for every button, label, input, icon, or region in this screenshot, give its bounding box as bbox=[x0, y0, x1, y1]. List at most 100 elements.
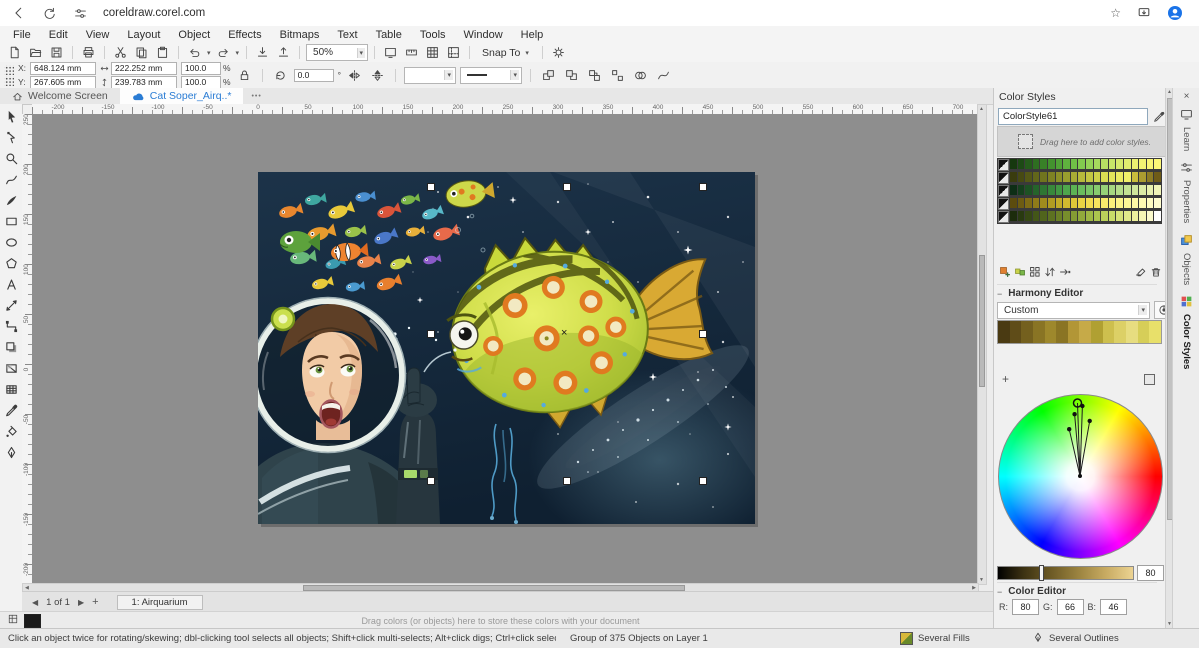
menu-layout[interactable]: Layout bbox=[118, 28, 169, 42]
color-swatch[interactable] bbox=[1101, 172, 1108, 182]
drop-area[interactable]: Drag here to add color styles. bbox=[997, 126, 1192, 157]
cut-button[interactable] bbox=[111, 44, 130, 61]
selection-handle-tr[interactable] bbox=[699, 183, 707, 191]
color-swatch[interactable] bbox=[1063, 185, 1070, 195]
channel-value[interactable]: 80 bbox=[1012, 599, 1039, 615]
color-swatch[interactable] bbox=[1132, 211, 1139, 221]
color-swatch[interactable] bbox=[1033, 172, 1040, 182]
harmony-folder-icon[interactable] bbox=[998, 198, 1009, 210]
color-swatch[interactable] bbox=[1154, 211, 1161, 221]
color-swatch[interactable] bbox=[1139, 185, 1146, 195]
prev-page-button[interactable]: ◀ bbox=[32, 598, 38, 607]
color-swatch[interactable] bbox=[1101, 198, 1108, 208]
snap-to-button[interactable]: Snap To ▾ bbox=[476, 45, 536, 61]
origin-grid-icon[interactable] bbox=[4, 76, 14, 86]
color-swatch[interactable] bbox=[1109, 198, 1116, 208]
color-swatch[interactable] bbox=[1124, 159, 1131, 169]
canvas-v-scrollbar[interactable]: ▲ ▼ bbox=[977, 104, 987, 585]
show-guidelines-button[interactable] bbox=[444, 44, 463, 61]
show-grid-button[interactable] bbox=[423, 44, 442, 61]
wheel-mode-button[interactable] bbox=[1144, 374, 1155, 385]
object-width-field[interactable]: 222.252 mm bbox=[111, 62, 177, 75]
full-screen-preview-button[interactable] bbox=[381, 44, 400, 61]
harmony-band[interactable] bbox=[998, 321, 1010, 343]
freehand-tool[interactable] bbox=[0, 169, 22, 190]
to-front-button[interactable] bbox=[539, 67, 558, 84]
color-swatch[interactable] bbox=[1071, 185, 1078, 195]
color-swatch[interactable] bbox=[1048, 185, 1055, 195]
color-swatch[interactable] bbox=[1094, 185, 1101, 195]
color-swatch[interactable] bbox=[1071, 211, 1078, 221]
add-page-button[interactable]: + bbox=[92, 596, 98, 608]
harmony-editor-header[interactable]: − Harmony Editor bbox=[997, 284, 1157, 299]
harmony-band[interactable] bbox=[1010, 321, 1022, 343]
color-swatch[interactable] bbox=[1056, 211, 1063, 221]
chevron-down-icon[interactable]: ▾ bbox=[444, 70, 453, 80]
menu-table[interactable]: Table bbox=[367, 28, 411, 42]
color-swatch[interactable] bbox=[1010, 198, 1017, 208]
new-document-button[interactable] bbox=[5, 44, 24, 61]
color-swatch[interactable] bbox=[1094, 159, 1101, 169]
color-swatch[interactable] bbox=[1056, 198, 1063, 208]
color-swatch[interactable] bbox=[1063, 198, 1070, 208]
canvas[interactable]: × bbox=[32, 114, 977, 583]
color-swatch[interactable] bbox=[1048, 198, 1055, 208]
scale-h-field[interactable]: 100.0 bbox=[181, 62, 221, 75]
selection-handle-ml[interactable] bbox=[427, 330, 435, 338]
color-swatch[interactable] bbox=[1078, 159, 1085, 169]
brightness-handle[interactable] bbox=[1039, 565, 1044, 581]
harmony-band[interactable] bbox=[1045, 321, 1057, 343]
color-swatch[interactable] bbox=[1094, 172, 1101, 182]
harmony-band[interactable] bbox=[1149, 321, 1161, 343]
color-swatch[interactable] bbox=[1010, 185, 1017, 195]
profile-avatar[interactable] bbox=[1166, 5, 1183, 22]
group-button[interactable] bbox=[585, 67, 604, 84]
collapse-icon[interactable]: − bbox=[997, 289, 1002, 299]
color-swatch[interactable] bbox=[1033, 185, 1040, 195]
color-swatch[interactable] bbox=[1040, 159, 1047, 169]
color-swatch[interactable] bbox=[1086, 198, 1093, 208]
url-text[interactable]: coreldraw.corel.com bbox=[103, 7, 205, 19]
color-swatch[interactable] bbox=[1094, 211, 1101, 221]
brightness-value[interactable]: 80 bbox=[1137, 565, 1164, 581]
close-docker-button[interactable]: × bbox=[1184, 91, 1190, 102]
color-swatch[interactable] bbox=[1116, 198, 1123, 208]
color-swatch[interactable] bbox=[1010, 159, 1017, 169]
drop-shadow-tool[interactable] bbox=[0, 337, 22, 358]
selection-handle-bm[interactable] bbox=[563, 477, 571, 485]
harmony-band[interactable] bbox=[1091, 321, 1103, 343]
color-swatch[interactable] bbox=[1078, 172, 1085, 182]
color-swatch[interactable] bbox=[1033, 159, 1040, 169]
color-swatch[interactable] bbox=[1071, 198, 1078, 208]
color-swatch[interactable] bbox=[1109, 172, 1116, 182]
connector-tool[interactable] bbox=[0, 316, 22, 337]
color-swatch[interactable] bbox=[1101, 211, 1108, 221]
selection-handle-tm[interactable] bbox=[563, 183, 571, 191]
channel-value[interactable]: 66 bbox=[1057, 599, 1084, 615]
transparency-tool[interactable] bbox=[0, 358, 22, 379]
add-harmony-color-button[interactable]: + bbox=[1002, 372, 1009, 386]
color-swatch[interactable] bbox=[1154, 159, 1161, 169]
color-swatch[interactable] bbox=[1010, 172, 1017, 182]
text-tool[interactable] bbox=[0, 274, 22, 295]
color-swatch[interactable] bbox=[1048, 211, 1055, 221]
outline-pen-tool[interactable] bbox=[0, 442, 22, 463]
color-swatch[interactable] bbox=[1147, 185, 1154, 195]
selection-handle-tl[interactable] bbox=[427, 183, 435, 191]
harmony-folder-icon[interactable] bbox=[998, 172, 1009, 184]
delete-style-button[interactable] bbox=[1148, 264, 1163, 279]
menu-bitmaps[interactable]: Bitmaps bbox=[271, 28, 329, 42]
color-swatch[interactable] bbox=[1025, 159, 1032, 169]
print-button[interactable] bbox=[79, 44, 98, 61]
outline-status[interactable]: Several Outlines bbox=[1032, 632, 1119, 644]
view-grid-button[interactable] bbox=[1027, 264, 1042, 279]
site-settings-icon[interactable] bbox=[72, 5, 89, 22]
menu-text[interactable]: Text bbox=[328, 28, 366, 42]
tab-welcome-screen[interactable]: Welcome Screen bbox=[0, 88, 120, 104]
color-swatch[interactable] bbox=[1124, 185, 1131, 195]
selection-handle-br[interactable] bbox=[699, 477, 707, 485]
color-swatch[interactable] bbox=[1086, 211, 1093, 221]
units-combo[interactable]: ▾ bbox=[404, 67, 456, 84]
rotation-angle-field[interactable]: 0.0 bbox=[294, 69, 334, 82]
brightness-slider[interactable] bbox=[997, 566, 1134, 580]
